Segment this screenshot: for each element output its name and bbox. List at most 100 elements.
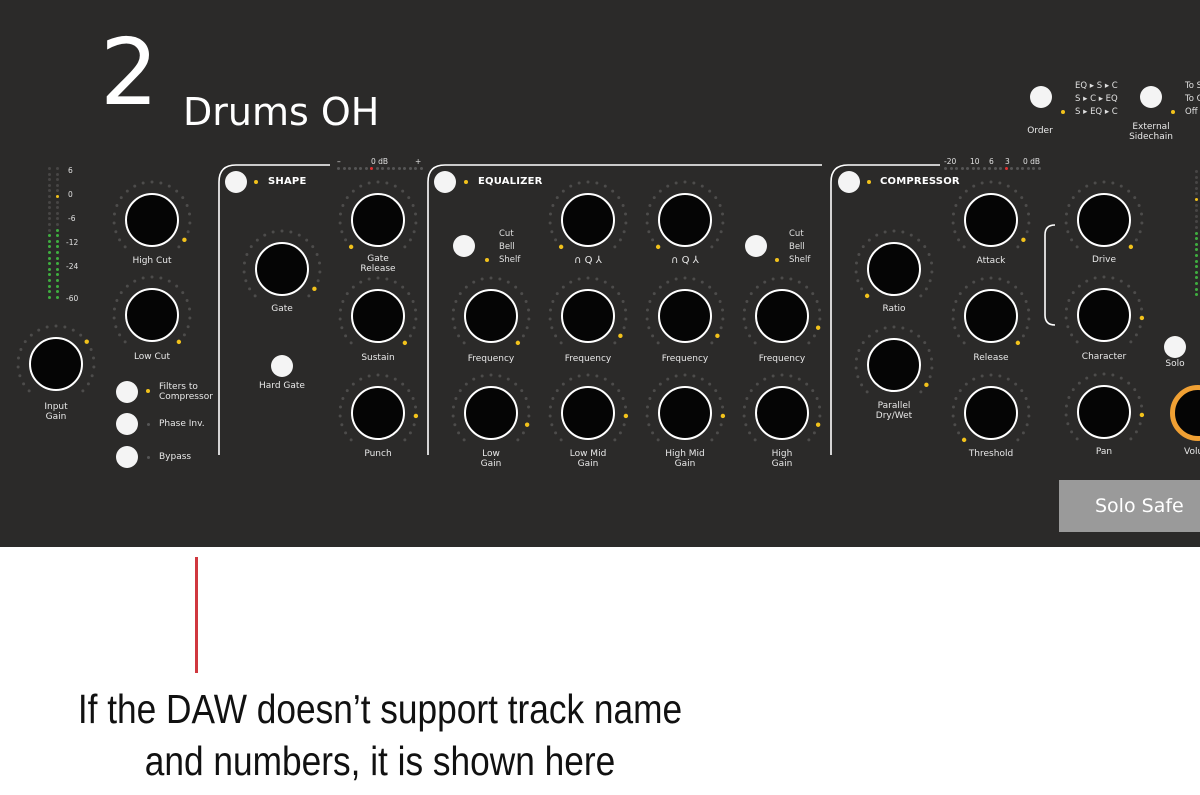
knob-tick [551, 299, 555, 303]
knob-tick [818, 317, 822, 321]
shape-meter [337, 167, 425, 171]
knob-tick [1016, 438, 1020, 442]
hard-gate-toggle[interactable] [271, 355, 293, 377]
high-mid-q-knob[interactable] [643, 178, 727, 262]
knob-body[interactable] [351, 289, 405, 343]
meter-segment [1037, 167, 1041, 170]
attack-knob[interactable] [949, 178, 1033, 262]
knob-body[interactable] [464, 386, 518, 440]
knob-tick [414, 317, 418, 321]
knob-tick [489, 373, 493, 377]
knob-body[interactable] [964, 193, 1018, 247]
knob-tick [1102, 275, 1106, 279]
knob-tick [472, 280, 476, 284]
sustain-knob[interactable] [336, 274, 420, 358]
knob-tick [954, 396, 958, 400]
parallel-dry-wet-knob[interactable] [852, 323, 936, 407]
knob-tick [645, 414, 649, 418]
knob-body[interactable] [658, 386, 712, 440]
knob-body[interactable] [658, 193, 712, 247]
low-shape-shelf[interactable]: Shelf [499, 254, 520, 267]
pan-knob[interactable] [1062, 370, 1146, 454]
knob-body[interactable] [1077, 385, 1131, 439]
knob-tick [515, 340, 521, 346]
threshold-label: Threshold [968, 449, 1014, 459]
knob-tick [376, 180, 380, 184]
character-knob[interactable] [1062, 273, 1146, 357]
knob-tick [854, 357, 858, 361]
threshold-knob[interactable] [949, 371, 1033, 455]
knob-tick [613, 438, 617, 442]
shape-enable-toggle[interactable] [225, 171, 247, 193]
knob-tick [506, 377, 510, 381]
gr-scale-minus20: -20 [944, 157, 957, 166]
low-mid-gain-label: Low Mid Gain [569, 449, 607, 469]
knob-tick [338, 212, 342, 216]
knob-tick [341, 203, 345, 207]
low-band-shape-switch[interactable] [453, 235, 475, 257]
knob-tick [666, 377, 670, 381]
knob-tick [1139, 315, 1145, 321]
knob-tick [340, 326, 344, 330]
knob-body[interactable] [351, 386, 405, 440]
knob-body[interactable] [867, 242, 921, 296]
knob-body[interactable] [1077, 288, 1131, 342]
punch-knob[interactable] [336, 371, 420, 455]
high-shape-shelf[interactable]: Shelf [789, 254, 810, 267]
knob-body[interactable] [867, 338, 921, 392]
high-mid-frequency-knob[interactable] [643, 274, 727, 358]
high-gain-knob[interactable] [740, 371, 824, 455]
knob-tick [554, 238, 558, 242]
compressor-enable-toggle[interactable] [838, 171, 860, 193]
knob-body[interactable] [351, 193, 405, 247]
knob-tick [407, 389, 411, 393]
knob-tick [763, 280, 767, 284]
knob-tick [972, 280, 976, 284]
knob-body[interactable] [1077, 193, 1131, 247]
knob-body[interactable] [255, 242, 309, 296]
knob-body[interactable] [561, 193, 615, 247]
high-shape-cut[interactable]: Cut [789, 228, 804, 241]
high-band-shape-switch[interactable] [745, 235, 767, 257]
high-frequency-knob[interactable] [740, 274, 824, 358]
solo-toggle[interactable] [1164, 336, 1186, 358]
eq-enable-toggle[interactable] [434, 171, 456, 193]
low-mid-gain-knob[interactable] [546, 371, 630, 455]
gate-knob[interactable] [240, 227, 324, 311]
knob-tick [815, 299, 819, 303]
release-knob[interactable] [949, 274, 1033, 358]
low-gain-knob[interactable] [449, 371, 533, 455]
low-gain-label: Low Gain [480, 449, 502, 469]
knob-body[interactable] [964, 386, 1018, 440]
knob-tick [860, 383, 864, 387]
knob-body[interactable] [658, 289, 712, 343]
knob-tick [980, 277, 984, 281]
high-mid-gain-knob[interactable] [643, 371, 727, 455]
drive-knob[interactable] [1062, 178, 1146, 262]
gr-scale-10: 10 [970, 157, 980, 166]
ratio-knob[interactable] [852, 227, 936, 311]
knob-tick [807, 341, 811, 345]
knob-tick [524, 299, 528, 303]
high-shape-bell[interactable]: Bell [789, 241, 805, 254]
compressor-enable-indicator [867, 180, 871, 184]
knob-body[interactable] [561, 386, 615, 440]
knob-body[interactable] [464, 289, 518, 343]
meter-segment [1195, 181, 1198, 185]
low-shape-cut[interactable]: Cut [499, 228, 514, 241]
knob-body[interactable] [964, 289, 1018, 343]
low-frequency-knob[interactable] [449, 274, 533, 358]
knob-body[interactable] [755, 386, 809, 440]
low-mid-frequency-knob[interactable] [546, 274, 630, 358]
low-shape-bell[interactable]: Bell [499, 241, 515, 254]
solo-safe-button[interactable]: Solo Safe [1059, 480, 1200, 532]
knob-tick [692, 277, 696, 281]
meter-segment [408, 167, 412, 170]
gate-release-knob[interactable] [336, 178, 420, 262]
knob-body[interactable] [561, 289, 615, 343]
knob-tick [412, 230, 416, 234]
knob-body[interactable] [755, 289, 809, 343]
low-mid-q-knob[interactable] [546, 178, 630, 262]
knob-tick [520, 389, 524, 393]
hard-gate-label: Hard Gate [259, 381, 305, 391]
